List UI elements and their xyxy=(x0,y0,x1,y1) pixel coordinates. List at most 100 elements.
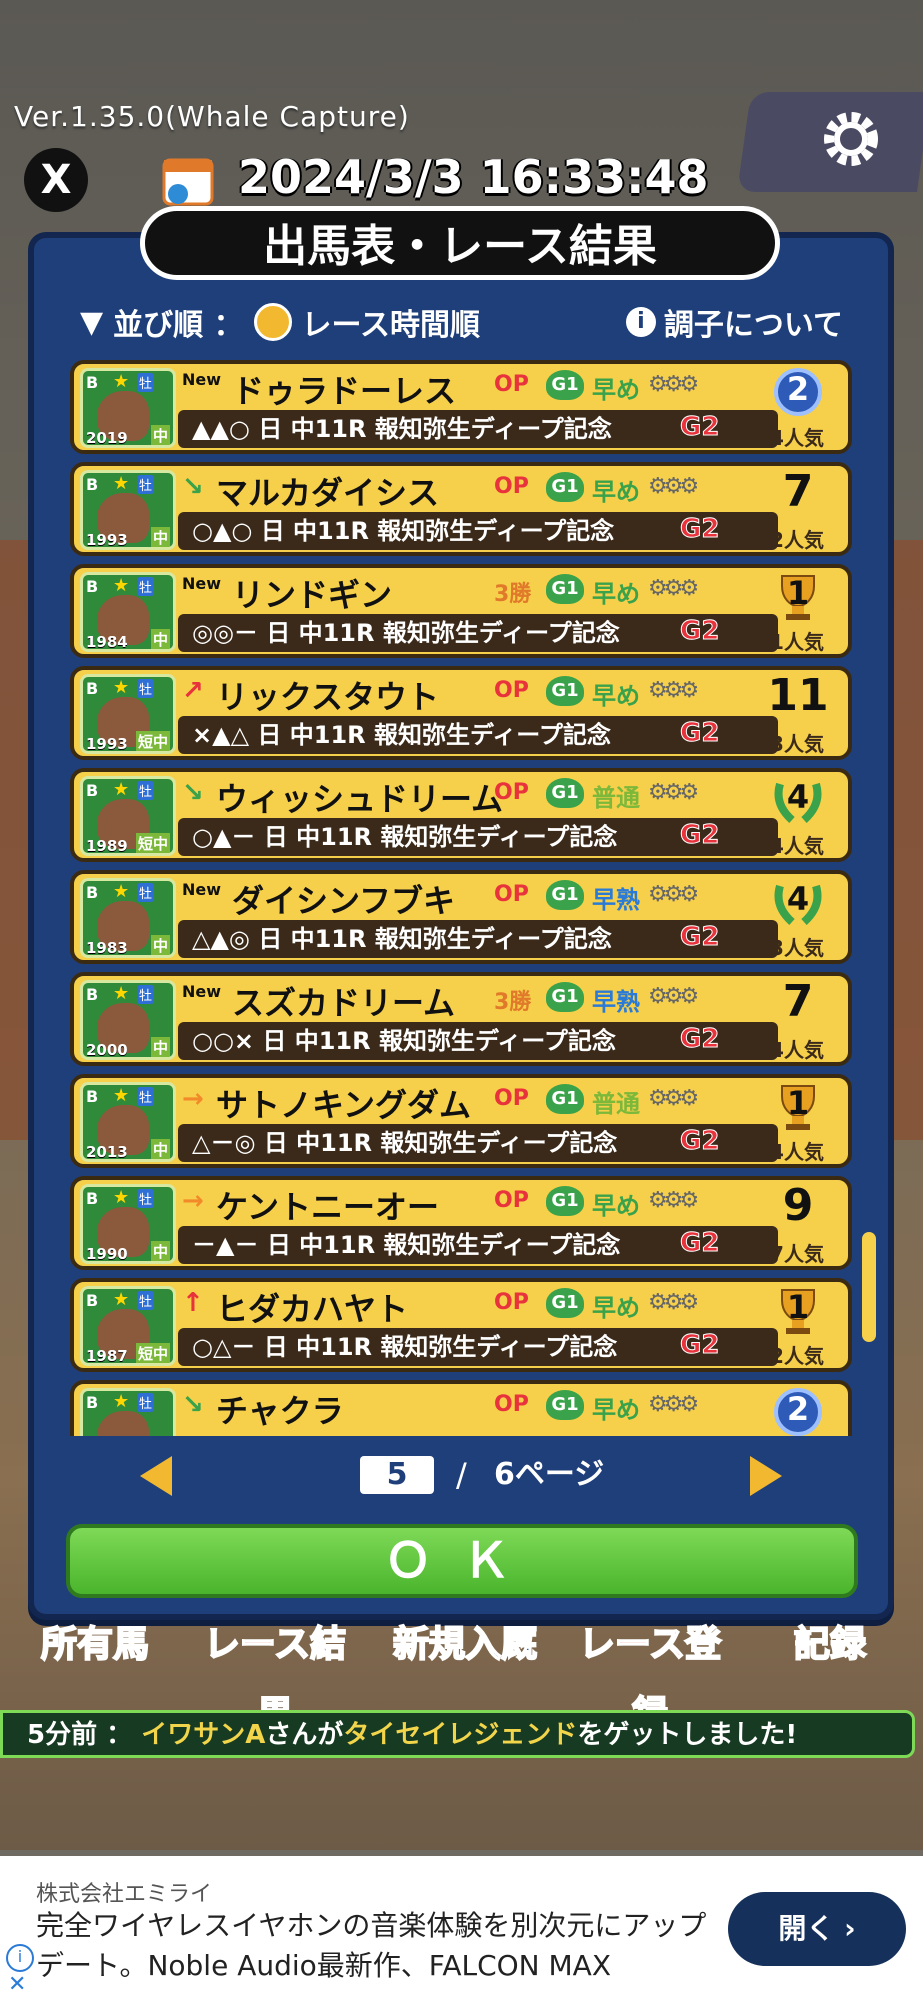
popularity: 4人気 xyxy=(770,1038,824,1062)
prediction-marks: ▲▲○ xyxy=(192,415,250,443)
sex-badge: 牡 xyxy=(137,1189,155,1208)
horse-list[interactable]: B ★ 牡 2019 中 New ドゥラドーレス OP G1 早め ⚙⚙⚙ ▲▲○ 日 中11R 報知… xyxy=(70,360,852,1436)
star-icon: ★ xyxy=(113,677,130,698)
horse-distance: 中 xyxy=(150,935,170,955)
horse-class: 3勝 xyxy=(494,582,532,607)
horse-year: 2019 xyxy=(86,429,128,447)
g1-badge-icon: G1 xyxy=(546,472,584,502)
prediction-marks: ○▲－ xyxy=(192,823,256,851)
star-icon: ★ xyxy=(113,1391,130,1412)
g1-badge-icon: G1 xyxy=(546,1186,584,1216)
page-number-input[interactable]: 5 xyxy=(360,1456,434,1494)
horse-name: リックスタウト xyxy=(216,678,440,716)
nav-new-stable[interactable]: 新規入厩 xyxy=(380,1610,550,1680)
horse-row[interactable]: B ★ 牡 1987 短中 ↑ ヒダカハヤト OP G1 早め ⚙⚙⚙ ○△－ 日 中11R 報知弥生… xyxy=(70,1278,852,1372)
sex-badge: 牡 xyxy=(137,883,155,902)
sex-badge: 牡 xyxy=(137,475,155,494)
horse-row[interactable]: B ★ 牡 1993 短中 ↗ リックスタウト OP G1 早め ⚙⚙⚙ ×▲△ 日 中11R 報知弥… xyxy=(70,666,852,760)
horse-row[interactable]: B ★ 牡 1990 中 → ケントニーオー OP G1 早め ⚙⚙⚙ －▲－ 日 中11R 報知弥生… xyxy=(70,1176,852,1270)
horse-row[interactable]: B ★ 牡 1993 中 ↘ マルカダイシス OP G1 早め ⚙⚙⚙ ○▲○ 日 中11R 報知弥生… xyxy=(70,462,852,556)
sort-order-control[interactable]: ▼ 並び順 ： レース時間順 xyxy=(80,300,480,344)
horse-name: チャクラ xyxy=(216,1392,344,1430)
race-grade: G2 xyxy=(679,412,720,443)
next-page-arrow-icon[interactable] xyxy=(750,1456,782,1496)
horse-name: ウィッシュドリーム xyxy=(216,780,504,818)
nav-race-results[interactable]: レース結果 xyxy=(190,1610,360,1736)
star-icon: ★ xyxy=(113,779,130,800)
pager: 5 / 6ページ xyxy=(0,1452,923,1502)
horseshoe-icons: ⚙⚙⚙ xyxy=(648,984,699,1009)
horse-row[interactable]: B ★ 牡 1984 中 New リンドギン 3勝 G1 早め ⚙⚙⚙ ◎◎－ 日 中11R 報知弥生… xyxy=(70,564,852,658)
growth-type: 早熟 xyxy=(592,988,640,1016)
race-grade: G2 xyxy=(679,718,720,749)
rank-badge: B xyxy=(86,781,99,800)
ad-open-button[interactable]: 開く › xyxy=(728,1892,906,1966)
star-icon: ★ xyxy=(113,1289,130,1310)
rank-badge: B xyxy=(86,985,99,1004)
race-result: 7 xyxy=(782,976,814,1027)
ad-close-icon[interactable]: ✕ xyxy=(8,1972,26,1997)
condition-info-link[interactable]: i 調子について xyxy=(625,300,843,344)
horse-row[interactable]: B ★ 牡 2000 中 New スズカドリーム 3勝 G1 早熟 ⚙⚙⚙ ○○× 日 中11R 報知… xyxy=(70,972,852,1066)
horseshoe-icons: ⚙⚙⚙ xyxy=(648,882,699,907)
race-grade: G2 xyxy=(679,616,720,647)
race-result: 11 xyxy=(767,670,829,721)
trend-icon: New xyxy=(182,370,222,389)
race-grade: G2 xyxy=(679,922,720,953)
race-grade: G2 xyxy=(679,1126,720,1157)
growth-type: 早め xyxy=(592,478,640,506)
list-scrollbar[interactable] xyxy=(862,1232,876,1342)
nav-owned-horses[interactable]: 所有馬 xyxy=(20,1610,170,1680)
sex-badge: 牡 xyxy=(137,1291,155,1310)
horse-year: 1983 xyxy=(86,939,128,957)
rank-badge: B xyxy=(86,475,99,494)
g1-badge-icon: G1 xyxy=(546,1288,584,1318)
prev-page-arrow-icon[interactable] xyxy=(140,1456,172,1496)
popularity: 4人気 xyxy=(770,426,824,450)
nav-records[interactable]: 記録 xyxy=(760,1610,900,1680)
prediction-marks: ○○× xyxy=(192,1027,254,1055)
prediction-marks: △－◎ xyxy=(192,1129,256,1157)
x-share-icon[interactable]: X xyxy=(24,148,88,212)
horse-thumbnail: B ★ 牡 xyxy=(80,1388,176,1436)
horse-name: スズカドリーム xyxy=(232,984,456,1022)
horse-row[interactable]: B ★ 牡 1989 短中 ↘ ウィッシュドリーム OP G1 普通 ⚙⚙⚙ ○▲－ 日 中11R 報… xyxy=(70,768,852,862)
horse-class: OP xyxy=(494,1188,529,1213)
race-grade: G2 xyxy=(679,514,720,545)
horseshoe-icons: ⚙⚙⚙ xyxy=(648,1290,699,1315)
race-result: 4 xyxy=(786,778,810,816)
clock-icon xyxy=(253,303,292,341)
calendar-icon xyxy=(162,158,214,206)
triangle-down-icon: ▼ xyxy=(80,304,104,340)
horse-thumbnail: B ★ 牡 2013 中 xyxy=(80,1082,176,1162)
ok-button[interactable]: ＯＫ xyxy=(66,1524,858,1598)
news-user: イワサンA xyxy=(141,1720,266,1750)
g1-badge-icon: G1 xyxy=(546,1390,584,1420)
horse-row[interactable]: B ★ 牡 2019 中 New ドゥラドーレス OP G1 早め ⚙⚙⚙ ▲▲○ 日 中11R 報知… xyxy=(70,360,852,454)
horse-thumbnail: B ★ 牡 2019 中 xyxy=(80,368,176,448)
horseshoe-icons: ⚙⚙⚙ xyxy=(648,576,699,601)
g1-badge-icon: G1 xyxy=(546,778,584,808)
horse-row[interactable]: B ★ 牡 ↘ チャクラ OP G1 早め ⚙⚙⚙ 2 xyxy=(70,1380,852,1436)
star-icon: ★ xyxy=(113,575,130,596)
nav-race-entry[interactable]: レース登録 xyxy=(565,1610,735,1736)
growth-type: 早め xyxy=(592,1192,640,1220)
trend-icon: → xyxy=(182,1084,204,1114)
popularity: 3人気 xyxy=(770,732,824,756)
horse-name: ヒダカハヤト xyxy=(216,1290,409,1328)
horseshoe-icons: ⚙⚙⚙ xyxy=(648,1392,699,1417)
ad-banner[interactable]: 株式会社エミライ 完全ワイヤレスイヤホンの音楽体験を別次元にアップデート。Nob… xyxy=(0,1856,923,2000)
horse-row[interactable]: B ★ 牡 1983 中 New ダイシンフブキ OP G1 早熟 ⚙⚙⚙ △▲◎ 日 中11R 報知… xyxy=(70,870,852,964)
race-name: 日 中11R 報知弥生ディープ記念 xyxy=(266,1231,621,1259)
sex-badge: 牡 xyxy=(137,1393,155,1412)
horse-year: 1993 xyxy=(86,735,128,753)
race-result: 7 xyxy=(782,466,814,517)
ad-info-icon[interactable]: i xyxy=(6,1944,34,1972)
horse-row[interactable]: B ★ 牡 2013 中 → サトノキングダム OP G1 普通 ⚙⚙⚙ △－◎ 日 中11R 報知弥… xyxy=(70,1074,852,1168)
gear-icon[interactable] xyxy=(818,106,884,172)
current-datetime: 2024/3/3 16:33:48 xyxy=(238,150,709,204)
race-name: 日 中11R 報知弥生ディープ記念 xyxy=(260,517,615,545)
horse-icon xyxy=(97,1411,149,1436)
horseshoe-icons: ⚙⚙⚙ xyxy=(648,780,699,805)
growth-type: 早め xyxy=(592,1396,640,1424)
